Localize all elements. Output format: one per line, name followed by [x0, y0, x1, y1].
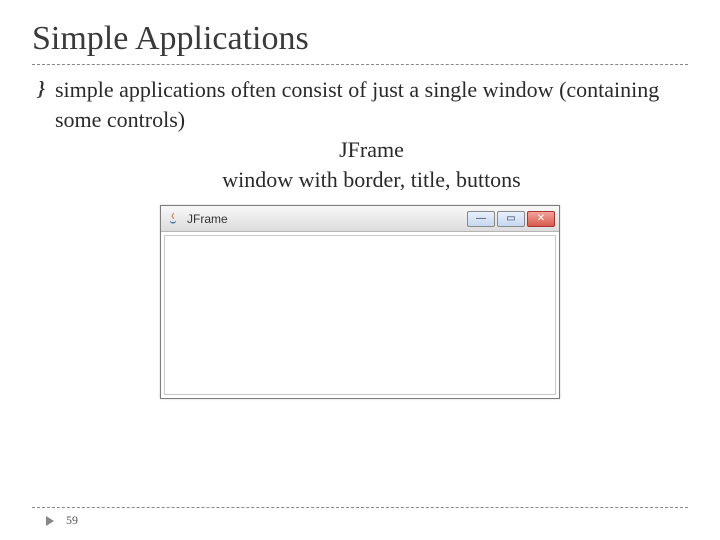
bullet-marker-icon: } [38, 75, 45, 103]
bullet-item: } simple applications often consist of j… [32, 75, 688, 195]
minimize-button[interactable]: — [467, 211, 495, 227]
divider-top [32, 64, 688, 65]
jframe-screenshot: JFrame — ▭ ✕ [32, 205, 688, 399]
page-arrow-icon [46, 516, 54, 526]
page-number: 59 [66, 513, 78, 528]
bullet-body: simple applications often consist of jus… [55, 75, 688, 195]
bullet-text-3: window with border, title, buttons [55, 165, 688, 195]
client-area [164, 235, 556, 395]
window-buttons: — ▭ ✕ [467, 211, 555, 227]
titlebar: JFrame — ▭ ✕ [161, 206, 559, 232]
maximize-button[interactable]: ▭ [497, 211, 525, 227]
java-icon [165, 211, 181, 227]
bullet-text-1: simple applications often consist of jus… [55, 75, 688, 135]
jframe-window: JFrame — ▭ ✕ [160, 205, 560, 399]
slide: Simple Applications } simple application… [0, 0, 720, 540]
close-button[interactable]: ✕ [527, 211, 555, 227]
divider-bottom [32, 507, 688, 508]
slide-title: Simple Applications [32, 20, 688, 58]
bullet-text-2: JFrame [55, 135, 688, 165]
window-title: JFrame [187, 212, 467, 226]
